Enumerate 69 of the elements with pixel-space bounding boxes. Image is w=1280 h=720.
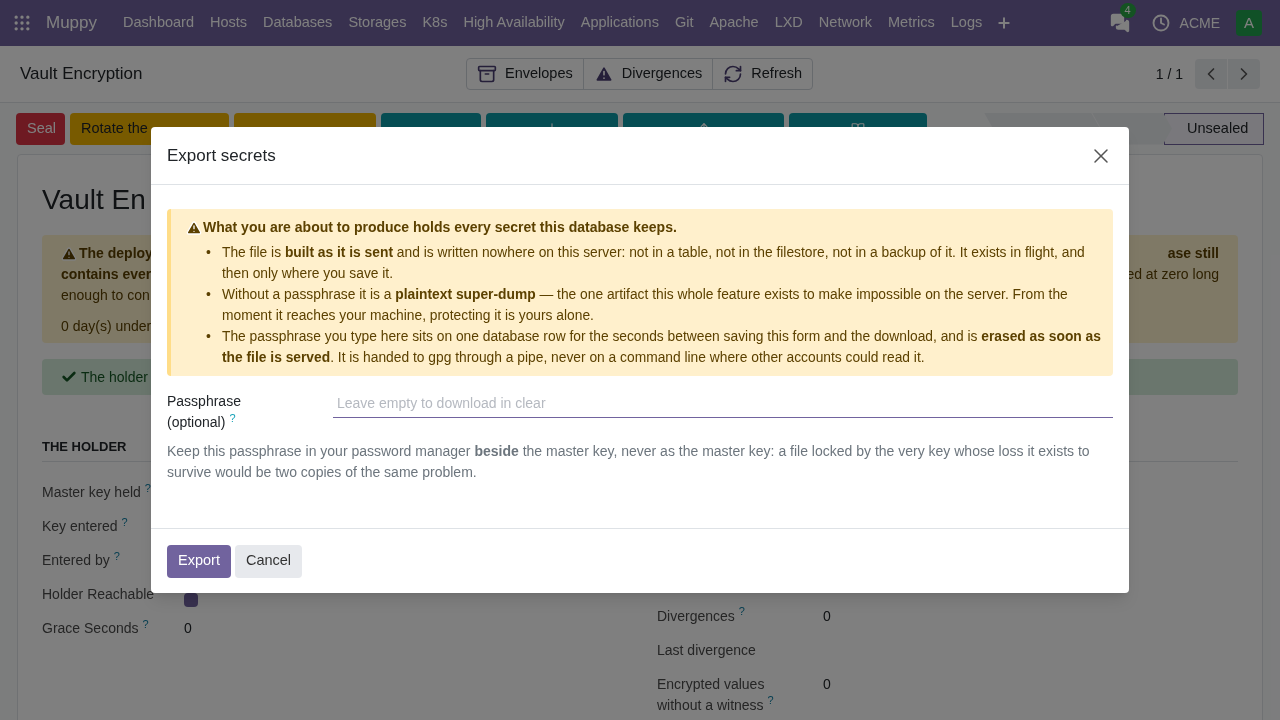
company-name[interactable]: ACME [1179, 12, 1220, 34]
alert-bullet: The passphrase you type here sits on one database row for the seconds between saving this form and the download, and is erased as soon as the file is served. It is handed to gpg through a pipe, never on a command line where other accounts could read it. [222, 328, 1102, 367]
alert-text: The holder [81, 367, 148, 387]
alert-text: 0 day(s) under [61, 317, 152, 336]
warning-icon [593, 64, 614, 84]
help-mark[interactable]: ? [738, 605, 745, 617]
help-mark[interactable]: ? [113, 549, 120, 562]
next-button[interactable] [1228, 59, 1260, 89]
nav-menu-item[interactable]: LXD [766, 12, 811, 34]
messages-icon[interactable] [1109, 13, 1130, 33]
alert-heading: What you are about to produce holds every secret this database keeps. [203, 218, 677, 237]
action-button[interactable]: Envelopes [467, 59, 584, 89]
alert-text: contains ever [61, 265, 152, 284]
nav-menu-item[interactable]: Dashboard [115, 12, 202, 34]
field-label: Divergences $^{?}$ [657, 605, 746, 626]
nav-menu-item[interactable]: Apache [701, 12, 767, 34]
action-button[interactable]: Refresh [713, 59, 813, 89]
bullet-mark: • [206, 243, 212, 262]
field-value: 0 [823, 674, 831, 694]
help-mark[interactable]: ? [121, 515, 128, 528]
alert-bullet: Without a passphrase it is a plaintext super-dump — the one artifact this whole feature exists to make impossible on the server. From the moment it reaches your machine, protecting it is yours alone. [222, 286, 1069, 325]
check-icon [61, 369, 77, 385]
nav-menu-item[interactable]: Metrics [880, 12, 943, 34]
help-mark[interactable]: ? [144, 481, 151, 494]
help-mark[interactable]: ? [142, 617, 149, 630]
status-stage[interactable]: Unsealed [1164, 112, 1264, 145]
nav-menu-item[interactable]: Network [810, 12, 881, 34]
app-name[interactable]: Muppy [46, 10, 98, 36]
field-label: Last divergence [657, 640, 757, 660]
archive-icon [477, 64, 497, 84]
previous-button[interactable] [1195, 59, 1227, 89]
alert-text: The deploy [79, 244, 153, 263]
dialog-button[interactable]: Export [167, 544, 231, 578]
nav-menu-item[interactable]: Git [666, 12, 702, 34]
action-button[interactable]: Divergences [583, 59, 714, 89]
dialog-title: Export secrets [167, 144, 277, 167]
alert-bullet: The file is built as it is sent and is written nowhere on this server: not in a table, not in the filestore, not in a backup of it. It exists in flight, and then only where you save it. [222, 244, 1086, 283]
field-label: Encrypted values without a witness $^{?}$ [657, 674, 775, 715]
nav-menu-item[interactable]: K8s [414, 12, 456, 34]
breadcrumb-title: Vault Encryption [20, 63, 144, 86]
nav-menu-item[interactable]: Hosts [201, 12, 256, 34]
nav-menu-item[interactable]: Logs [942, 12, 991, 34]
pager-value: 1 / 1 [1155, 64, 1183, 84]
field-value: 0 [184, 619, 192, 638]
passphrase-field[interactable]: Leave empty to download in clear [333, 388, 1113, 418]
nav-menu-item[interactable]: High Availability [455, 12, 573, 34]
field-value: 0 [823, 606, 831, 626]
apps-menu-icon[interactable] [12, 13, 32, 33]
bullet-mark: • [206, 285, 212, 304]
help-mark[interactable]: ? [767, 694, 774, 706]
nav-menu-item[interactable]: Storages [340, 12, 415, 34]
field-label: Holder Reachable [42, 585, 156, 604]
warning-icon [186, 219, 202, 236]
nav-menu-item[interactable]: Applications [572, 12, 667, 34]
field-label: Passphrase (optional) $^{?}$ [167, 392, 242, 432]
dialog-button[interactable]: Cancel [234, 544, 303, 578]
nav-menu-item[interactable]: Databases [255, 12, 341, 34]
status-action-button[interactable]: Seal [16, 112, 65, 145]
alert-text: ase still [1167, 244, 1219, 263]
warning-icon [61, 245, 77, 262]
alert-text: enough to con [61, 286, 150, 305]
bullet-mark: • [206, 327, 212, 346]
record-title: Vault En [42, 184, 146, 215]
field-label: Grace Seconds $^{?}$ [42, 618, 150, 638]
help-mark[interactable]: ? [229, 411, 236, 424]
refresh-icon [723, 64, 744, 84]
message-count-badge: 4 [1119, 3, 1136, 18]
activity-clock-icon[interactable] [1151, 14, 1170, 32]
user-avatar[interactable]: A [1236, 10, 1262, 36]
